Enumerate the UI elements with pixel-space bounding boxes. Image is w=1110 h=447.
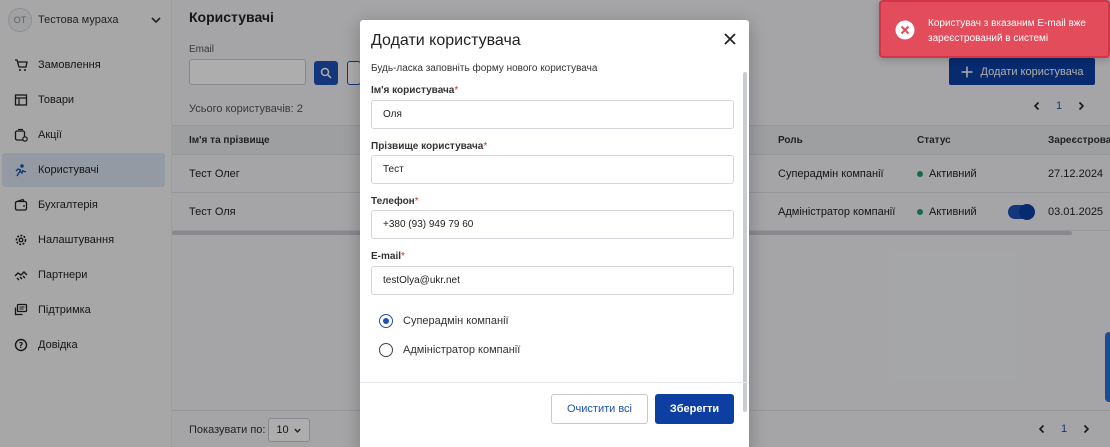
error-circle-icon[interactable] [895, 20, 915, 40]
phone-field[interactable]: +380 (93) 949 79 60 [371, 210, 734, 239]
first-name-field[interactable]: Оля [371, 100, 734, 129]
close-icon[interactable] [723, 32, 737, 46]
required-mark: * [414, 196, 419, 207]
email-field[interactable]: testOlya@ukr.net [371, 266, 734, 295]
error-toast: Користувач з вказаним E-mail вже зареєст… [879, 0, 1110, 58]
save-button[interactable]: Зберегти [655, 394, 734, 424]
required-mark: * [454, 85, 459, 96]
required-mark: * [401, 251, 405, 262]
role-option-label: Адміністратор компанії [403, 344, 521, 356]
radio-selected[interactable] [379, 314, 393, 328]
phone-label: Телефон* [371, 196, 419, 207]
modal-scrollbar[interactable] [743, 72, 747, 412]
modal-title: Додати користувача [371, 32, 521, 49]
modal-divider [360, 382, 749, 383]
last-name-field[interactable]: Тест [371, 155, 734, 184]
required-mark: * [483, 141, 488, 152]
radio-unselected[interactable] [379, 343, 393, 357]
first-name-label: Ім'я користувача* [371, 85, 458, 96]
clear-all-button[interactable]: Очистити всі [551, 394, 648, 424]
add-user-modal: Додати користувача Будь-ласка заповніть … [360, 20, 749, 447]
modal-subtitle: Будь-ласка заповніть форму нового корист… [371, 63, 598, 74]
role-option-admin[interactable]: Адміністратор компанії [379, 343, 520, 357]
last-name-label: Прізвище користувача* [371, 141, 487, 152]
last-name-label-text: Прізвище користувача [371, 141, 484, 152]
toast-message: Користувач з вказаним E-mail вже зареєст… [928, 18, 1086, 44]
role-option-label: Суперадмін компанії [403, 315, 509, 327]
email-label-text: E-mail [371, 251, 402, 262]
role-option-superadmin[interactable]: Суперадмін компанії [379, 314, 509, 328]
email-label: E-mail* [371, 251, 405, 262]
phone-label-text: Телефон [371, 196, 415, 207]
first-name-label-text: Ім'я користувача [371, 85, 455, 96]
